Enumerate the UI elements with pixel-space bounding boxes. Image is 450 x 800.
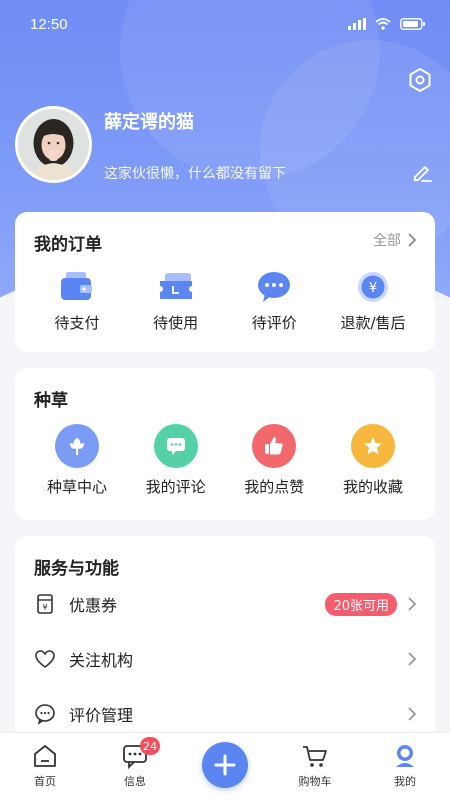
heart-icon [33, 647, 57, 671]
all-orders-link[interactable]: 全部 [373, 230, 417, 250]
recommend-center[interactable]: 种草中心 [37, 424, 117, 497]
services-title: 服务与功能 [34, 559, 119, 579]
tab-messages[interactable]: 24 信息 [98, 733, 172, 800]
service-item-followed-institutions[interactable]: 关注机构 [15, 633, 435, 685]
chevron-right-icon [408, 597, 417, 611]
status-time: 12:50 [30, 16, 68, 33]
chevron-right-icon [408, 652, 417, 666]
chevron-right-icon [408, 233, 417, 247]
my-comments-icon-bg [153, 424, 198, 468]
my-comments[interactable]: 我的评论 [136, 424, 216, 497]
comment-icon [166, 438, 185, 455]
chevron-right-icon [408, 707, 417, 721]
cart-icon [303, 746, 327, 767]
edit-profile-button[interactable] [410, 160, 434, 184]
ticket-icon [159, 273, 192, 299]
messages-badge: 24 [140, 737, 160, 755]
order-to-review[interactable]: 待评价 [234, 270, 314, 333]
avatar[interactable] [15, 106, 92, 183]
order-to-review-label: 待评价 [251, 314, 297, 332]
my-likes-label: 我的点赞 [244, 478, 305, 496]
service-item-coupons[interactable]: ¥ 优惠券 20张可用 [15, 578, 435, 630]
order-refund[interactable]: ¥ 退款/售后 [333, 270, 413, 333]
orders-card: 我的订单 全部 待支付 待使用 待评价 ¥ 退款/售后 [15, 212, 435, 352]
service-review-label: 评价管理 [69, 706, 134, 725]
wallet-icon [61, 272, 92, 300]
my-favorites-label: 我的收藏 [342, 478, 403, 496]
status-bar: 12:50 [0, 0, 450, 52]
flower-icon [70, 438, 84, 455]
tab-cart-label: 购物车 [298, 775, 332, 788]
tab-profile-label: 我的 [394, 775, 416, 788]
review-icon [33, 702, 57, 726]
order-pending-payment-label: 待支付 [54, 314, 100, 332]
my-favorites[interactable]: 我的收藏 [333, 424, 413, 497]
thumbs-up-icon [265, 437, 283, 455]
avatar-image [18, 109, 89, 180]
add-button[interactable] [202, 742, 248, 788]
home-icon [34, 745, 56, 767]
coupon-count-badge: 20张可用 [325, 592, 397, 616]
coupon-icon: ¥ [33, 592, 57, 616]
tab-cart[interactable]: 购物车 [278, 733, 352, 800]
profile-icon [396, 745, 414, 767]
battery-icon [400, 18, 425, 30]
svg-text:¥: ¥ [369, 281, 377, 296]
order-status-row: 待支付 待使用 待评价 ¥ 退款/售后 [15, 270, 435, 333]
wifi-icon [375, 18, 391, 30]
tab-profile[interactable]: 我的 [368, 733, 442, 800]
chat-bubble-icon [258, 272, 291, 302]
hexagon-settings-icon [409, 68, 431, 92]
plus-icon [214, 754, 236, 776]
recommend-title: 种草 [34, 391, 68, 411]
recommend-center-label: 种草中心 [46, 478, 107, 496]
service-coupons-label: 优惠券 [69, 596, 118, 615]
username: 薛定谔的猫 [104, 112, 194, 133]
tab-home[interactable]: 首页 [8, 733, 82, 800]
service-followed-label: 关注机构 [69, 651, 134, 670]
order-to-use[interactable]: 待使用 [136, 270, 216, 333]
my-likes-icon-bg [252, 424, 297, 468]
recommend-card: 种草 种草中心 我的评论 我的点赞 我的收藏 [15, 368, 435, 520]
settings-button[interactable] [406, 66, 434, 94]
star-icon [363, 437, 382, 455]
svg-text:¥: ¥ [42, 603, 47, 612]
all-orders-label: 全部 [373, 233, 401, 249]
my-likes[interactable]: 我的点赞 [234, 424, 314, 497]
order-refund-label: 退款/售后 [340, 314, 406, 332]
recommend-center-icon-bg [55, 424, 99, 468]
my-favorites-icon-bg [350, 424, 395, 468]
order-pending-payment[interactable]: 待支付 [37, 270, 117, 333]
recommend-row: 种草中心 我的评论 我的点赞 我的收藏 [15, 424, 435, 497]
order-to-use-label: 待使用 [153, 314, 199, 332]
tab-home-label: 首页 [34, 775, 56, 788]
pencil-icon [413, 166, 432, 182]
my-comments-label: 我的评论 [145, 478, 206, 496]
yen-coin-icon: ¥ [357, 272, 388, 302]
orders-title: 我的订单 [34, 235, 102, 255]
tab-messages-label: 信息 [124, 775, 146, 788]
user-bio: 这家伙很懒，什么都没有留下 [104, 166, 286, 182]
signal-icon [348, 18, 366, 30]
